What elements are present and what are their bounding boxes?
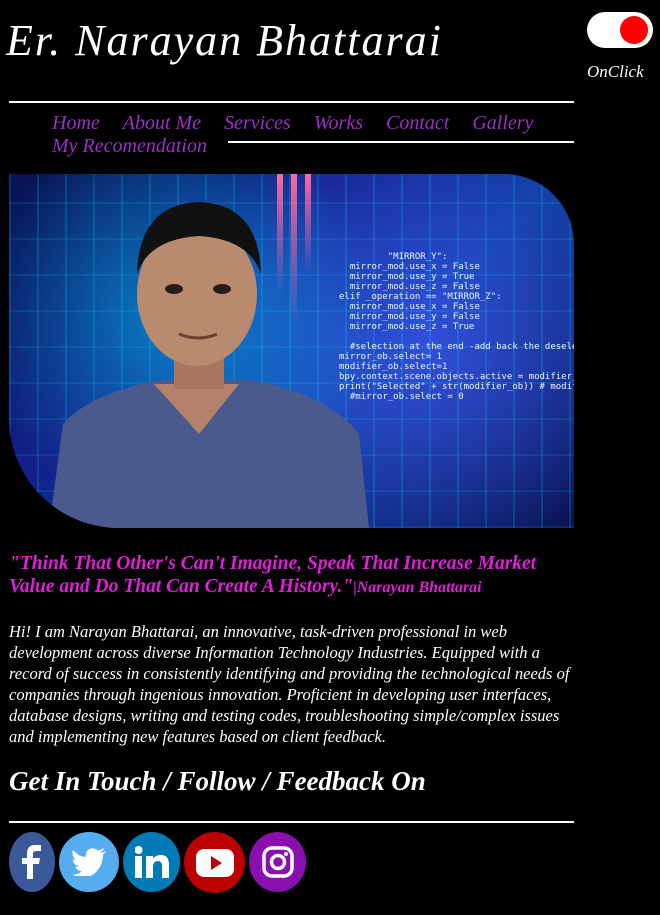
instagram-link[interactable] — [249, 832, 306, 892]
quote-author: |Narayan Bhattarai — [353, 579, 482, 596]
hero-image: "MIRROR_Y": mirror_mod.use_x = False mir… — [9, 174, 574, 528]
linkedin-icon — [134, 846, 169, 878]
nav-about-me[interactable]: About Me — [123, 112, 201, 135]
twitter-link[interactable] — [59, 832, 119, 892]
youtube-icon — [195, 848, 234, 877]
theme-toggle[interactable] — [587, 12, 653, 48]
nav-contact[interactable]: Contact — [386, 112, 449, 135]
header-divider — [9, 101, 574, 103]
nav-home[interactable]: Home — [52, 112, 100, 135]
hero-code-block: "MIRROR_Y": mirror_mod.use_x = False mir… — [339, 252, 574, 402]
linkedin-link[interactable] — [123, 832, 180, 892]
nav-my-recommendation[interactable]: My Recomendation — [52, 135, 207, 158]
youtube-link[interactable] — [184, 832, 245, 893]
contact-divider — [9, 821, 574, 823]
twitter-icon — [72, 848, 106, 876]
bio-paragraph: Hi! I am Narayan Bhattarai, an innovativ… — [9, 622, 570, 746]
featured-quote: "Think That Other's Can't Imagine, Speak… — [9, 552, 579, 599]
nav-gallery[interactable]: Gallery — [472, 112, 533, 135]
contact-heading: Get In Touch / Follow / Feedback On — [9, 766, 426, 796]
nav-works[interactable]: Works — [314, 112, 363, 135]
toggle-label: OnClick — [587, 62, 644, 81]
instagram-icon — [261, 846, 294, 878]
facebook-icon — [22, 845, 41, 879]
main-nav: Home About Me Services Works Contact Gal… — [52, 112, 552, 158]
facebook-link[interactable] — [9, 832, 55, 892]
portrait-photo — [49, 202, 369, 528]
site-logo[interactable]: Er. Narayan Bhattarai — [6, 6, 446, 76]
nav-services[interactable]: Services — [224, 112, 291, 135]
toggle-knob — [620, 16, 648, 44]
